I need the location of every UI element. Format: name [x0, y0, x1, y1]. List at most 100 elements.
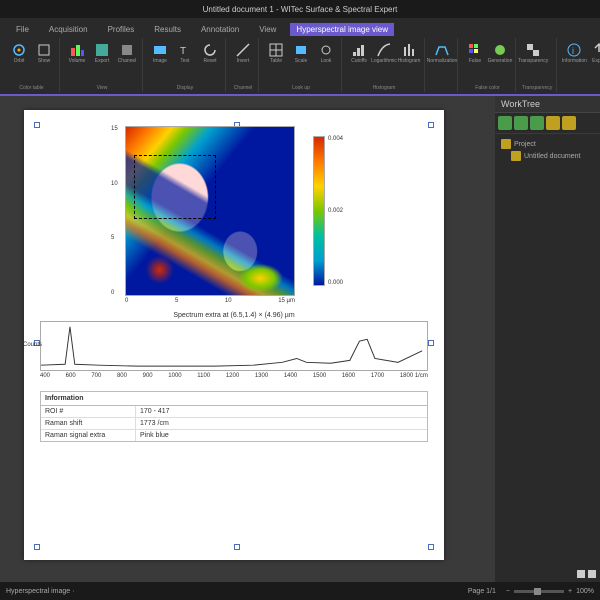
transparency-icon: [525, 42, 541, 58]
info-header: Information: [41, 392, 427, 406]
pause-icon[interactable]: [588, 570, 596, 578]
selection-handle[interactable]: [428, 544, 434, 550]
status-text: Hyperspectral image ·: [6, 588, 74, 595]
roi-selection[interactable]: [134, 155, 216, 219]
export2-icon: [591, 42, 600, 58]
ribbon: Orbit Show Color table Volume Export Cha…: [0, 36, 600, 96]
tab-annotation[interactable]: Annotation: [195, 23, 245, 36]
svg-text:T: T: [180, 46, 186, 57]
normalization-button[interactable]: Normalization: [431, 39, 453, 67]
export2-button[interactable]: Export: [588, 39, 600, 67]
tab-acquisition[interactable]: Acquisition: [43, 23, 94, 36]
show-icon: [36, 42, 52, 58]
scale-icon: [293, 42, 309, 58]
document-icon: [511, 151, 521, 161]
logarithmic-button[interactable]: Logarithmic: [373, 39, 395, 67]
worktree-panel: WorkTree Project Untitled document: [495, 96, 600, 582]
tab-view[interactable]: View: [253, 23, 282, 36]
generation-icon: [492, 42, 508, 58]
tree-item: Untitled document: [499, 150, 596, 162]
document-area[interactable]: 151050 051015 µm 0.0040.0020.000: [0, 96, 495, 582]
export-button[interactable]: Export: [91, 39, 113, 67]
selection-handle[interactable]: [234, 544, 240, 550]
tab-file[interactable]: File: [10, 23, 35, 36]
info-icon: i: [566, 42, 582, 58]
log-icon: [376, 42, 392, 58]
folder-icon: [501, 139, 511, 149]
scale-button[interactable]: Scale: [290, 39, 312, 67]
tree-tool-5[interactable]: [562, 116, 576, 130]
window-title: Untitled document 1 - WITec Surface & Sp…: [6, 5, 594, 14]
heatmap-x-axis: 051015 µm: [125, 298, 295, 304]
spectrum-plot[interactable]: Counts: [40, 321, 428, 371]
title-bar: Untitled document 1 - WITec Surface & Sp…: [0, 0, 600, 18]
zoom-slider[interactable]: [514, 590, 564, 593]
play-icon[interactable]: [577, 570, 585, 578]
tree-tool-1[interactable]: [498, 116, 512, 130]
worktree-toolbar: [495, 113, 600, 134]
tree-tool-4[interactable]: [546, 116, 560, 130]
tree-tool-3[interactable]: [530, 116, 544, 130]
table-row: Raman signal extraPink blue: [41, 430, 427, 441]
text-icon: T: [177, 42, 193, 58]
status-page: Page 1/1: [468, 588, 496, 595]
volume-icon: [69, 42, 85, 58]
spectrum-title: Spectrum extra at (6.5,1.4) × (4.96) µm: [40, 312, 428, 319]
ribbon-tabs: File Acquisition Profiles Results Annota…: [0, 18, 600, 36]
normalization-icon: [434, 42, 450, 58]
cutoffs-button[interactable]: Cutoffs: [348, 39, 370, 67]
channel-icon: [119, 42, 135, 58]
look-icon: [318, 42, 334, 58]
colorbar-ticks: 0.0040.0020.000: [328, 136, 343, 286]
hyperspectral-heatmap[interactable]: [125, 126, 295, 296]
selection-handle[interactable]: [428, 340, 434, 346]
volume-button[interactable]: Volume: [66, 39, 88, 67]
tab-profiles[interactable]: Profiles: [102, 23, 141, 36]
text-button[interactable]: TText: [174, 39, 196, 67]
heatmap-y-axis: 151050: [111, 126, 118, 296]
histogram-icon: [401, 42, 417, 58]
tab-hyperspectral[interactable]: Hyperspectral image view: [290, 23, 394, 36]
selection-handle[interactable]: [428, 122, 434, 128]
image-icon: [152, 42, 168, 58]
report-page[interactable]: 151050 051015 µm 0.0040.0020.000: [24, 110, 444, 560]
worktree-title: WorkTree: [495, 96, 600, 113]
orbit-icon: [11, 42, 27, 58]
generation-button[interactable]: Generation: [489, 39, 511, 67]
look-button[interactable]: Look: [315, 39, 337, 67]
selection-handle[interactable]: [34, 544, 40, 550]
show-button[interactable]: Show: [33, 39, 55, 67]
reset-icon: [202, 42, 218, 58]
zoom-value: 100%: [576, 588, 594, 595]
table-row: ROI #170 - 417: [41, 406, 427, 418]
zoom-plus-icon[interactable]: +: [568, 588, 572, 595]
spectrum-y-label: Counts: [23, 342, 42, 348]
table-icon: [268, 42, 284, 58]
invert-icon: [235, 42, 251, 58]
image-button[interactable]: Image: [149, 39, 171, 67]
tree-item: Project: [499, 138, 596, 150]
tab-results[interactable]: Results: [148, 23, 187, 36]
invert-button[interactable]: Invert: [232, 39, 254, 67]
colorbar: [313, 136, 325, 286]
zoom-minus-icon[interactable]: −: [506, 588, 510, 595]
zoom-control[interactable]: − + 100%: [506, 588, 594, 595]
cutoffs-icon: [351, 42, 367, 58]
falsecolor-button[interactable]: False: [464, 39, 486, 67]
histogram-button[interactable]: Histogram: [398, 39, 420, 67]
information-button[interactable]: iInformation: [563, 39, 585, 67]
svg-text:i: i: [572, 46, 574, 56]
spectrum-x-axis: 4006007008009001000110012001300140015001…: [40, 373, 428, 379]
status-bar: Hyperspectral image · Page 1/1 − + 100%: [0, 582, 600, 600]
falsecolor-icon: [467, 42, 483, 58]
export-icon: [94, 42, 110, 58]
tree-tool-2[interactable]: [514, 116, 528, 130]
transparency-button[interactable]: Transparency: [522, 39, 544, 67]
table-button[interactable]: Table: [265, 39, 287, 67]
channel-button[interactable]: Channel: [116, 39, 138, 67]
orbit-button[interactable]: Orbit: [8, 39, 30, 67]
worktree[interactable]: Project Untitled document: [495, 134, 600, 166]
reset-button[interactable]: Reset: [199, 39, 221, 67]
selection-handle[interactable]: [34, 122, 40, 128]
table-row: Raman shift1773 /cm: [41, 418, 427, 430]
